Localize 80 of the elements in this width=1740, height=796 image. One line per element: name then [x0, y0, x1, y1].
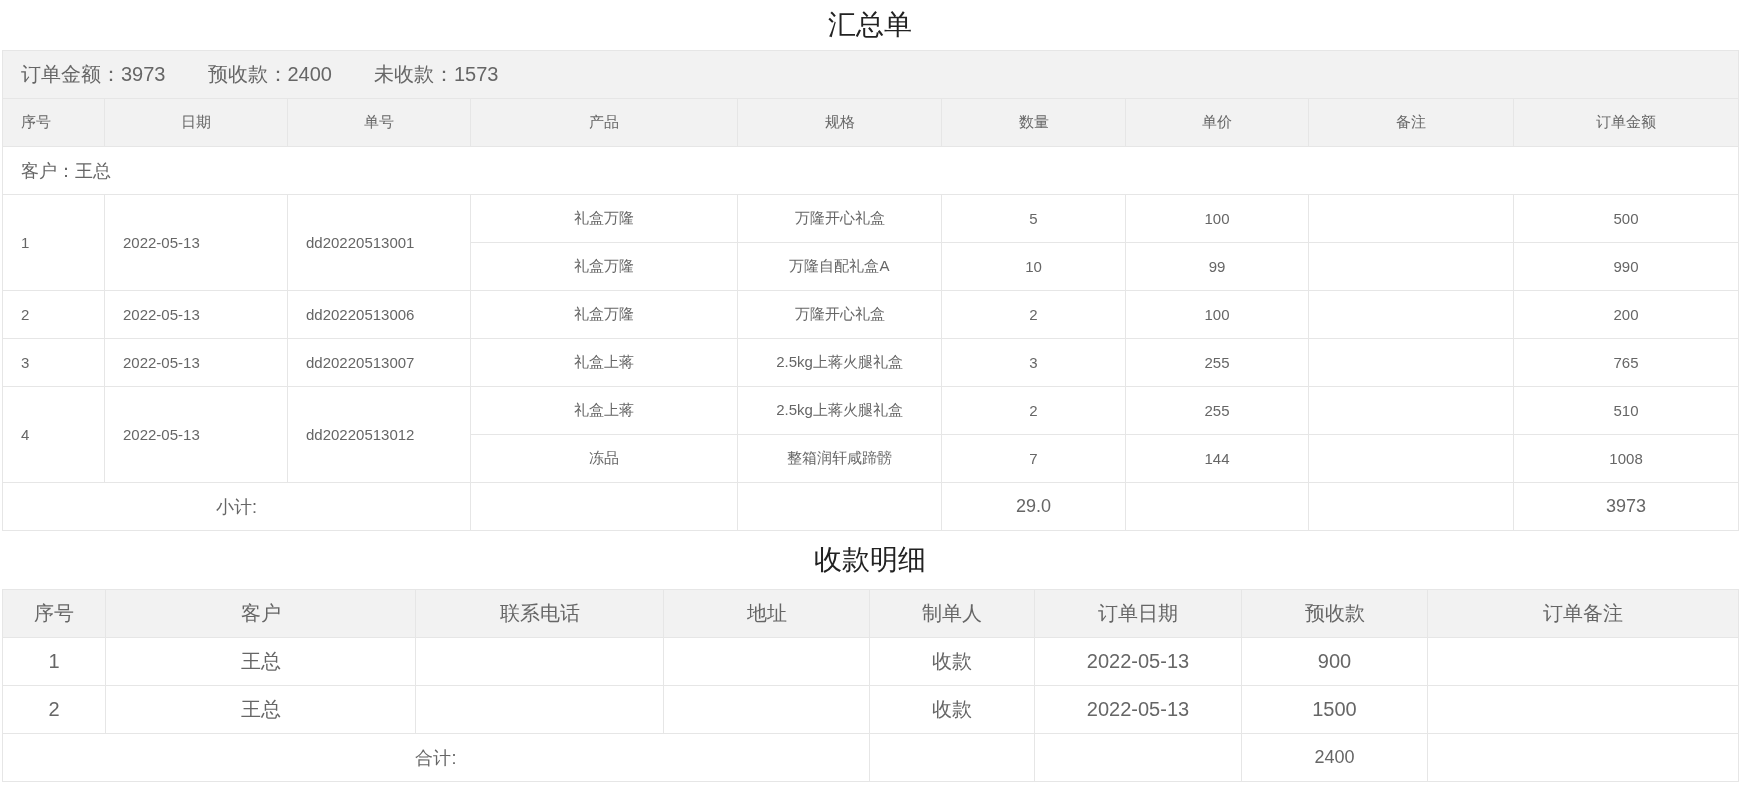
total-summary: 预收款：2400 [207, 62, 332, 87]
table-cell: 99 [1125, 242, 1309, 291]
table-cell: 2022-05-13 [1034, 685, 1242, 734]
table-cell: 29.0 [941, 482, 1126, 531]
table-cell: 万隆开心礼盒 [737, 194, 942, 243]
column-header: 日期 [104, 98, 288, 147]
table-cell: 2 [941, 386, 1126, 435]
column-header: 订单金额 [1513, 98, 1739, 147]
table-cell: 144 [1125, 434, 1309, 483]
table-cell: 2 [2, 685, 106, 734]
table-cell: 礼盒万隆 [470, 242, 738, 291]
table-cell: 2022-05-13 [104, 386, 288, 483]
column-header: 单号 [287, 98, 471, 147]
table-cell: 200 [1513, 290, 1739, 339]
table-cell: 万隆自配礼盒A [737, 242, 942, 291]
total-summary: 订单金额：3973 [21, 62, 166, 87]
table-cell: 2.5kg上蒋火腿礼盒 [737, 338, 942, 387]
table-cell: 3 [941, 338, 1126, 387]
table-cell: 2400 [1241, 733, 1428, 782]
table-cell: 礼盒万隆 [470, 290, 738, 339]
table-cell: 500 [1513, 194, 1739, 243]
column-header: 序号 [2, 98, 105, 147]
table-cell: 万隆开心礼盒 [737, 290, 942, 339]
table-cell: 合计: [2, 733, 870, 782]
table-cell: 1008 [1513, 434, 1739, 483]
column-header: 规格 [737, 98, 942, 147]
page-title: 汇总单 [827, 8, 913, 42]
table-cell: 礼盒上蒋 [470, 386, 738, 435]
table-cell: dd20220513006 [287, 290, 471, 339]
column-header: 地址 [663, 589, 870, 638]
column-header: 客户 [105, 589, 416, 638]
table-cell: 100 [1125, 290, 1309, 339]
table-cell: 255 [1125, 386, 1309, 435]
table-cell: 小计: [2, 482, 471, 531]
table-cell: 礼盒万隆 [470, 194, 738, 243]
column-header: 备注 [1308, 98, 1514, 147]
table-cell: 100 [1125, 194, 1309, 243]
column-header: 预收款 [1241, 589, 1428, 638]
table-cell: 冻品 [470, 434, 738, 483]
table-cell: 收款 [869, 685, 1035, 734]
table-cell: 2 [941, 290, 1126, 339]
table-cell: dd20220513012 [287, 386, 471, 483]
table-cell: 900 [1241, 637, 1428, 686]
table-cell: 3 [2, 338, 105, 387]
column-header: 联系电话 [415, 589, 664, 638]
table-cell: dd20220513007 [287, 338, 471, 387]
column-header: 单价 [1125, 98, 1309, 147]
column-header: 制单人 [869, 589, 1035, 638]
table-cell: 255 [1125, 338, 1309, 387]
table-cell: 王总 [105, 685, 416, 734]
total-summary: 未收款：1573 [374, 62, 499, 87]
table-cell: 2022-05-13 [104, 290, 288, 339]
column-header: 序号 [2, 589, 106, 638]
table-cell: 10 [941, 242, 1126, 291]
table-cell: 510 [1513, 386, 1739, 435]
column-header: 数量 [941, 98, 1126, 147]
section-title: 收款明细 [813, 543, 927, 577]
column-header: 产品 [470, 98, 738, 147]
table-cell: 1 [2, 637, 106, 686]
table-cell: 2022-05-13 [104, 338, 288, 387]
table-cell: 礼盒上蒋 [470, 338, 738, 387]
table-cell: 1 [2, 194, 105, 291]
customer-label: 客户：王总 [2, 146, 1739, 195]
table-cell: 2 [2, 290, 105, 339]
table-cell: 765 [1513, 338, 1739, 387]
table-cell: dd20220513001 [287, 194, 471, 291]
table-cell: 收款 [869, 637, 1035, 686]
table-cell: 1500 [1241, 685, 1428, 734]
table-cell: 整箱润轩咸蹄髈 [737, 434, 942, 483]
table-cell: 2.5kg上蒋火腿礼盒 [737, 386, 942, 435]
column-header: 订单日期 [1034, 589, 1242, 638]
table-cell: 2022-05-13 [1034, 637, 1242, 686]
table-cell: 2022-05-13 [104, 194, 288, 291]
table-cell: 4 [2, 386, 105, 483]
table-cell: 7 [941, 434, 1126, 483]
table-cell: 3973 [1513, 482, 1739, 531]
table-cell: 王总 [105, 637, 416, 686]
table-cell: 990 [1513, 242, 1739, 291]
column-header: 订单备注 [1427, 589, 1739, 638]
table-cell: 5 [941, 194, 1126, 243]
